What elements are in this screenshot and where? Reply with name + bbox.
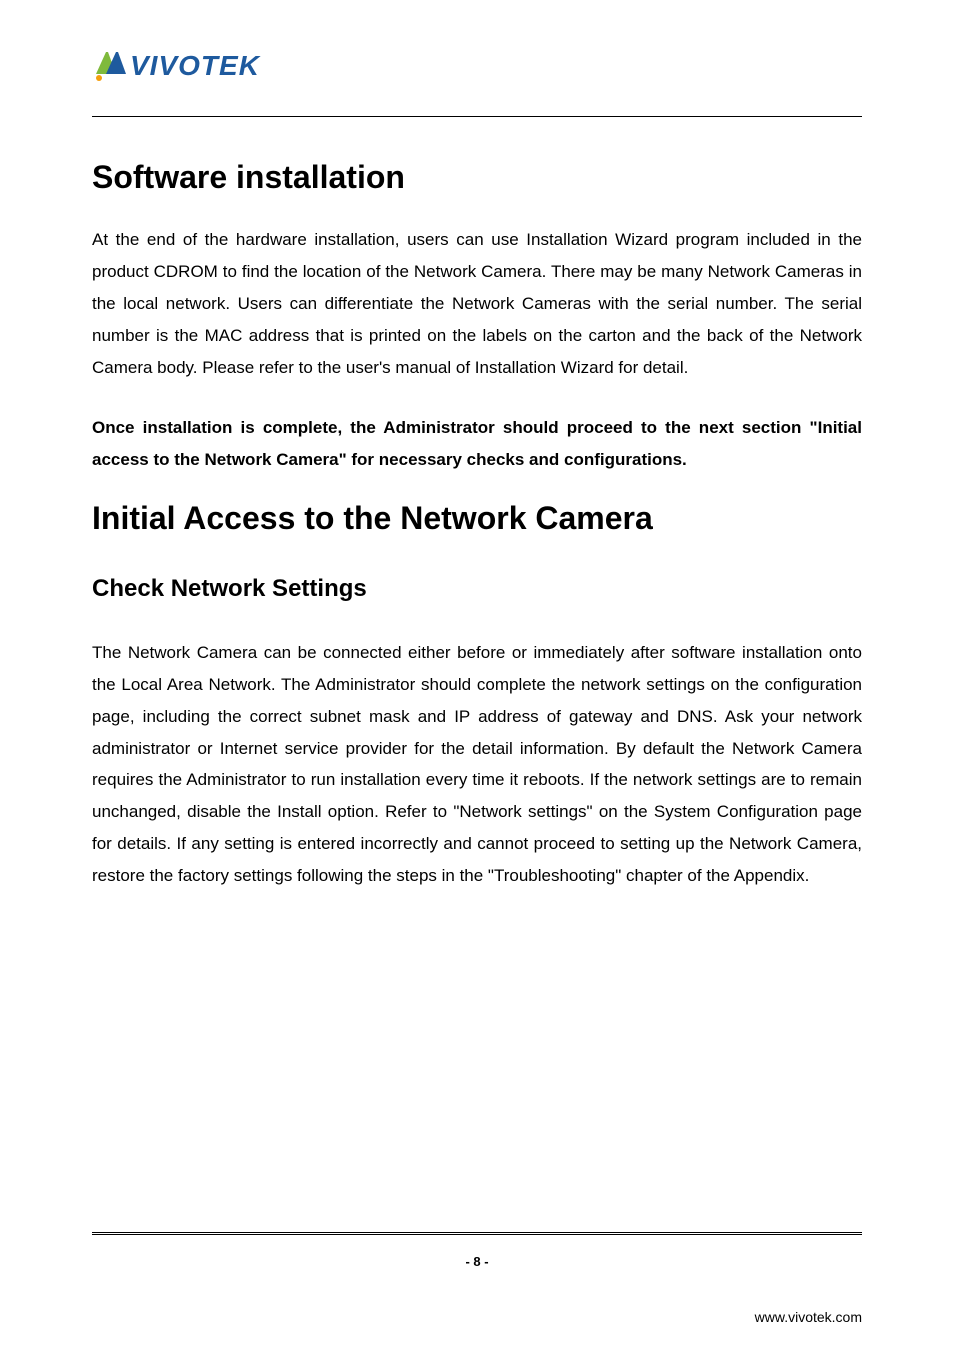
header-divider	[92, 116, 862, 117]
logo-brand-text: VIVOTEK	[130, 50, 260, 82]
logo: VIVOTEK	[92, 48, 862, 84]
check-network-settings-heading: Check Network Settings	[92, 575, 862, 603]
check-network-settings-paragraph: The Network Camera can be connected eith…	[92, 637, 862, 893]
footer-divider	[92, 1232, 862, 1236]
logo-icon	[92, 48, 128, 84]
software-installation-paragraph: At the end of the hardware installation,…	[92, 224, 862, 384]
initial-access-heading: Initial Access to the Network Camera	[92, 500, 862, 537]
footer-url: www.vivotek.com	[92, 1309, 862, 1325]
page-number: - 8 -	[92, 1254, 862, 1269]
software-installation-heading: Software installation	[92, 159, 862, 196]
page-footer: - 8 - www.vivotek.com	[92, 1232, 862, 1351]
logo-container: VIVOTEK	[92, 48, 862, 84]
software-installation-bold-paragraph: Once installation is complete, the Admin…	[92, 412, 862, 476]
